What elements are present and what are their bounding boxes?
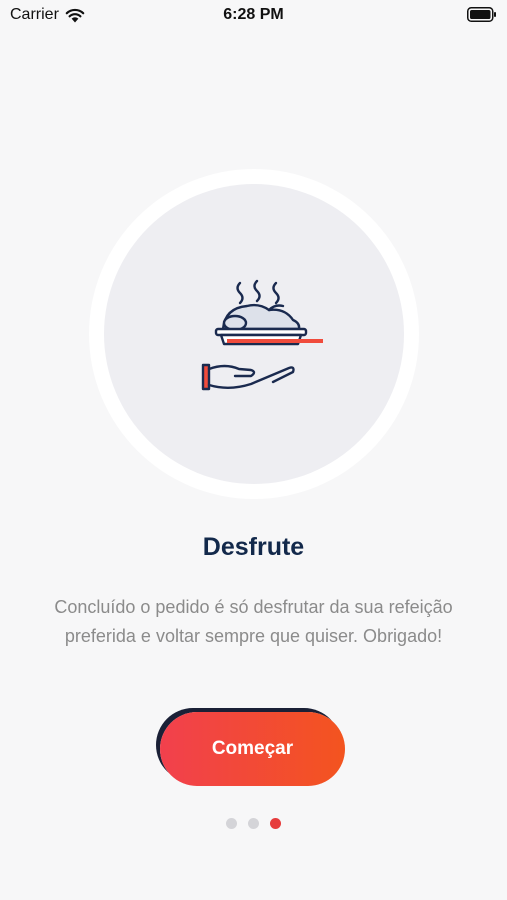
battery-indicator (467, 7, 497, 27)
page-dot-3[interactable] (270, 818, 281, 829)
onboarding-title: Desfrute (202, 533, 305, 561)
status-bar: Carrier 6:28 PM (0, 0, 507, 30)
page-dot-2[interactable] (248, 818, 259, 829)
page-indicator[interactable] (0, 818, 507, 829)
page-dot-1[interactable] (226, 818, 237, 829)
battery-icon (467, 7, 496, 22)
hero-illustration-circle (104, 184, 404, 484)
start-button[interactable]: Começar (160, 712, 345, 786)
hero-illustration-ring (89, 169, 419, 499)
status-time: 6:28 PM (223, 6, 284, 23)
serving-plate-hand-icon (201, 279, 323, 391)
onboarding-description: Concluído o pedido é só desfrutar da sua… (54, 597, 453, 646)
